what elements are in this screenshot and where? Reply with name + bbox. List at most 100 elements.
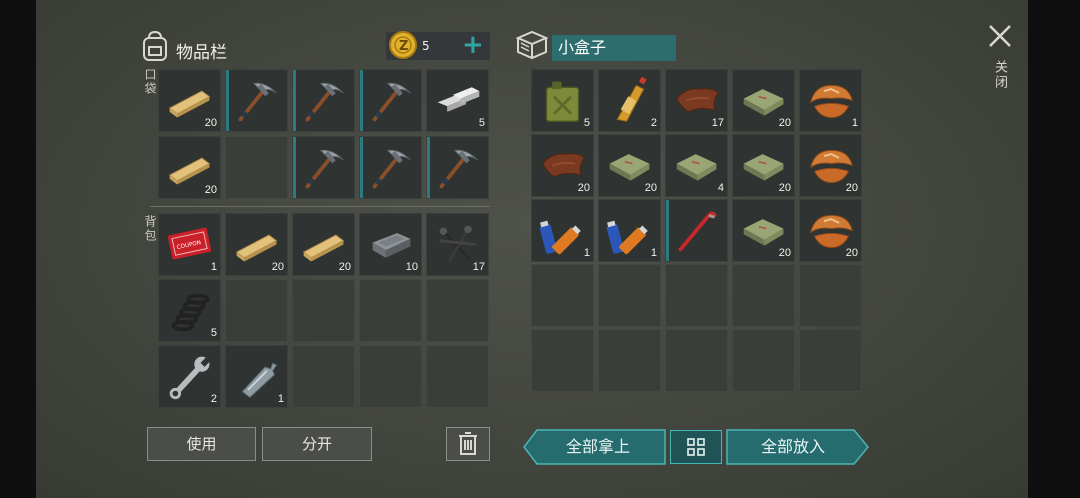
backpack-slot[interactable] — [359, 279, 422, 342]
box-slot[interactable] — [732, 264, 795, 327]
box-slot[interactable] — [598, 329, 661, 392]
box-slot[interactable] — [665, 264, 728, 327]
box-slot[interactable] — [799, 329, 862, 392]
add-coins-button[interactable]: + — [462, 30, 484, 60]
svg-text:Z: Z — [399, 39, 408, 54]
pickaxe-icon — [305, 82, 344, 122]
section-divider — [150, 206, 490, 207]
backpack-slot[interactable]: 17 — [426, 213, 489, 276]
pocket-slot[interactable] — [292, 136, 355, 199]
backpack-slot[interactable] — [426, 279, 489, 342]
metal-bars-icon — [437, 87, 480, 112]
box-slot[interactable] — [531, 329, 594, 392]
durability-bar — [226, 70, 229, 131]
backpack-slot[interactable]: 2 — [158, 345, 221, 408]
item-count: 2 — [650, 117, 657, 129]
box-slot[interactable]: 20 — [531, 134, 594, 197]
box-slot[interactable] — [732, 329, 795, 392]
backpack-icon — [143, 30, 167, 61]
backpack-slot[interactable]: 1 — [225, 345, 288, 408]
pickaxe-icon — [439, 149, 478, 189]
pocket-slot[interactable] — [426, 136, 489, 199]
box-slot[interactable] — [598, 264, 661, 327]
item-count: 17 — [472, 261, 485, 273]
backpack-slot[interactable] — [292, 279, 355, 342]
backpack-slot[interactable]: 20 — [225, 213, 288, 276]
backpack-slot[interactable]: 20 — [292, 213, 355, 276]
pocket-slot[interactable] — [225, 69, 288, 132]
bottle-icon — [241, 362, 278, 398]
item-count: 20 — [338, 261, 351, 273]
item-count: 1 — [277, 393, 284, 405]
item-count: 20 — [644, 182, 657, 194]
item-count: 17 — [711, 117, 724, 129]
use-button[interactable]: 使用 — [147, 427, 256, 461]
box-slot[interactable] — [665, 199, 728, 262]
box-slot[interactable]: 20 — [598, 134, 661, 197]
pocket-slot[interactable] — [359, 136, 422, 199]
backpack-slot[interactable] — [292, 345, 355, 408]
box-slot[interactable]: 1 — [531, 199, 594, 262]
pickaxe-icon — [305, 149, 344, 189]
take-all-button[interactable]: 全部拿上 — [530, 430, 666, 464]
item-count: 1 — [583, 247, 590, 259]
pocket-slot[interactable]: 20 — [158, 136, 221, 199]
pocket-slot[interactable]: 5 — [426, 69, 489, 132]
crowbar-icon — [678, 211, 717, 252]
left-edge — [0, 0, 36, 498]
spring-icon — [171, 293, 210, 332]
coin-icon: Z — [389, 31, 417, 59]
sort-button[interactable] — [670, 430, 722, 464]
backpack-slot[interactable]: 10 — [359, 213, 422, 276]
pocket-slot[interactable] — [225, 136, 288, 199]
backpack-slot[interactable] — [426, 345, 489, 408]
box-slot[interactable] — [799, 264, 862, 327]
box-slot[interactable]: 17 — [665, 69, 728, 132]
close-label: 关闭 — [992, 60, 1007, 90]
box-slot[interactable]: 20 — [799, 134, 862, 197]
close-icon — [989, 25, 1011, 47]
box-slot[interactable]: 20 — [732, 69, 795, 132]
box-slot[interactable]: 1 — [799, 69, 862, 132]
box-slot[interactable]: 20 — [732, 134, 795, 197]
item-count: 5 — [210, 327, 217, 339]
grid-sort-icon — [687, 438, 705, 456]
jerrycan-icon — [545, 81, 580, 123]
batteries-icon — [539, 220, 581, 255]
item-count: 10 — [405, 261, 418, 273]
trash-button[interactable] — [446, 427, 490, 461]
box-slot[interactable] — [665, 329, 728, 392]
box-slot[interactable]: 20 — [799, 199, 862, 262]
mushroom-icon — [809, 84, 854, 119]
item-count: 4 — [717, 182, 724, 194]
box-slot[interactable]: 1 — [598, 199, 661, 262]
close-button[interactable] — [986, 22, 1014, 50]
box-slot[interactable] — [531, 264, 594, 327]
box-slot[interactable]: 5 — [531, 69, 594, 132]
item-count: 2 — [210, 393, 217, 405]
put-all-button[interactable]: 全部放入 — [726, 430, 860, 464]
box-slot[interactable]: 2 — [598, 69, 661, 132]
backpack-slot[interactable] — [225, 279, 288, 342]
pocket-slot[interactable] — [292, 69, 355, 132]
durability-bar — [360, 137, 363, 198]
right-edge — [1028, 0, 1080, 498]
pocket-slot[interactable] — [359, 69, 422, 132]
backpack-slot[interactable]: 5 — [158, 279, 221, 342]
backpack-slot[interactable] — [359, 345, 422, 408]
pickaxe-icon — [238, 82, 277, 122]
backpack-slot[interactable]: COUPON 1 — [158, 213, 221, 276]
item-count: 20 — [845, 182, 858, 194]
item-count: 20 — [845, 247, 858, 259]
pocket-slot[interactable]: 20 — [158, 69, 221, 132]
item-count: 20 — [271, 261, 284, 273]
coupon-icon: COUPON — [167, 227, 212, 260]
item-count: 1 — [851, 117, 858, 129]
pickaxe-icon — [372, 149, 411, 189]
split-button[interactable]: 分开 — [262, 427, 372, 461]
trash-icon — [459, 432, 477, 455]
item-count: 5 — [478, 117, 485, 129]
box-slot[interactable]: 4 — [665, 134, 728, 197]
batteries-icon — [606, 220, 648, 255]
box-slot[interactable]: 20 — [732, 199, 795, 262]
